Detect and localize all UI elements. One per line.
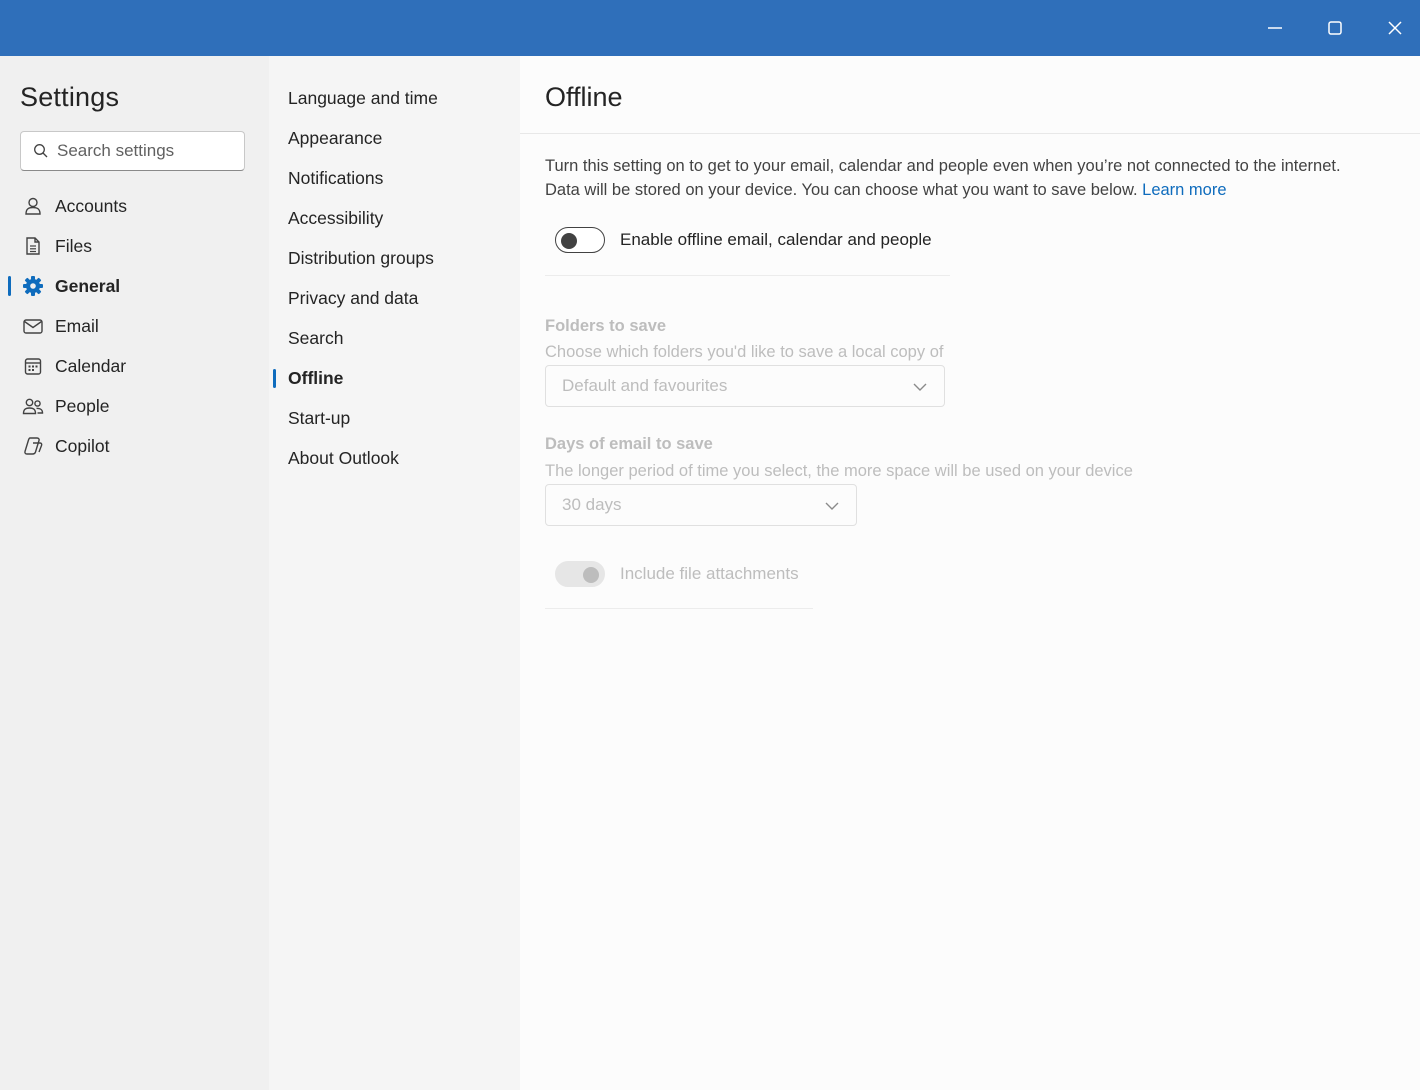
search-box[interactable] <box>20 131 245 171</box>
subnav-list: Language and time Appearance Notificatio… <box>269 78 520 478</box>
offline-settings-panel: Offline Turn this setting on to get to y… <box>520 56 1420 1090</box>
chevron-down-icon <box>913 383 927 391</box>
calendar-icon <box>22 355 44 377</box>
learn-more-link[interactable]: Learn more <box>1142 181 1226 199</box>
enable-offline-toggle[interactable] <box>555 227 605 253</box>
general-subnav: Language and time Appearance Notificatio… <box>269 56 520 1090</box>
days-selected-value: 30 days <box>562 495 622 514</box>
folders-selected-value: Default and favourites <box>562 376 728 395</box>
sidebar-item-label: General <box>55 275 121 296</box>
sidebar-item-label: Accounts <box>55 195 127 216</box>
sidebar-list: Accounts Files General Email Calendar Pe… <box>0 186 269 466</box>
minimize-button[interactable] <box>1245 0 1305 56</box>
days-dropdown[interactable]: 30 days <box>545 484 857 526</box>
settings-title: Settings <box>20 82 120 112</box>
maximize-icon <box>1328 21 1342 35</box>
sidebar-item-label: Email <box>55 315 99 336</box>
gear-icon <box>22 275 44 297</box>
subnav-item-offline[interactable]: Offline <box>269 358 520 398</box>
attachments-toggle[interactable] <box>555 561 605 587</box>
title-divider <box>520 133 1420 134</box>
section-divider <box>545 275 950 276</box>
enable-offline-label: Enable offline email, calendar and peopl… <box>620 230 932 249</box>
toggle-knob <box>561 232 577 249</box>
sidebar-item-general[interactable]: General <box>0 266 269 306</box>
sidebar-item-accounts[interactable]: Accounts <box>0 186 269 226</box>
document-icon <box>22 235 44 257</box>
offline-description: Turn this setting on to get to your emai… <box>545 154 1365 202</box>
person-icon <box>22 195 44 217</box>
sidebar-item-label: Calendar <box>55 355 127 376</box>
minimize-icon <box>1268 27 1282 29</box>
subnav-item-start-up[interactable]: Start-up <box>269 398 520 438</box>
page-title: Offline <box>545 82 623 112</box>
sidebar-item-files[interactable]: Files <box>0 226 269 266</box>
subnav-item-privacy-and-data[interactable]: Privacy and data <box>269 278 520 318</box>
chevron-down-icon <box>825 502 839 510</box>
settings-sidebar: Settings Accounts Files General <box>0 56 269 1090</box>
close-button[interactable] <box>1365 0 1420 56</box>
search-icon <box>34 144 48 158</box>
section-divider <box>545 608 813 609</box>
days-title: Days of email to save <box>545 435 713 453</box>
folders-description: Choose which folders you'd like to save … <box>545 343 944 361</box>
search-input[interactable] <box>57 141 237 161</box>
sidebar-item-copilot[interactable]: Copilot <box>0 426 269 466</box>
sidebar-item-label: People <box>55 395 110 416</box>
folders-title: Folders to save <box>545 317 667 335</box>
subnav-item-notifications[interactable]: Notifications <box>269 158 520 198</box>
title-bar <box>0 0 1420 56</box>
days-description: The longer period of time you select, th… <box>545 462 1133 480</box>
subnav-item-about-outlook[interactable]: About Outlook <box>269 438 520 478</box>
sidebar-item-label: Files <box>55 235 92 256</box>
subnav-item-accessibility[interactable]: Accessibility <box>269 198 520 238</box>
maximize-button[interactable] <box>1305 0 1365 56</box>
sidebar-item-people[interactable]: People <box>0 386 269 426</box>
toggle-knob <box>583 566 599 583</box>
attachments-label: Include file attachments <box>620 564 799 583</box>
subnav-item-language-and-time[interactable]: Language and time <box>269 78 520 118</box>
sidebar-item-calendar[interactable]: Calendar <box>0 346 269 386</box>
folders-dropdown[interactable]: Default and favourites <box>545 365 945 407</box>
people-icon <box>22 395 44 417</box>
subnav-item-search[interactable]: Search <box>269 318 520 358</box>
mail-icon <box>22 315 44 337</box>
close-icon <box>1388 21 1402 35</box>
sidebar-item-label: Copilot <box>55 435 110 456</box>
sidebar-item-email[interactable]: Email <box>0 306 269 346</box>
copilot-icon <box>22 435 44 457</box>
subnav-item-appearance[interactable]: Appearance <box>269 118 520 158</box>
subnav-item-distribution-groups[interactable]: Distribution groups <box>269 238 520 278</box>
